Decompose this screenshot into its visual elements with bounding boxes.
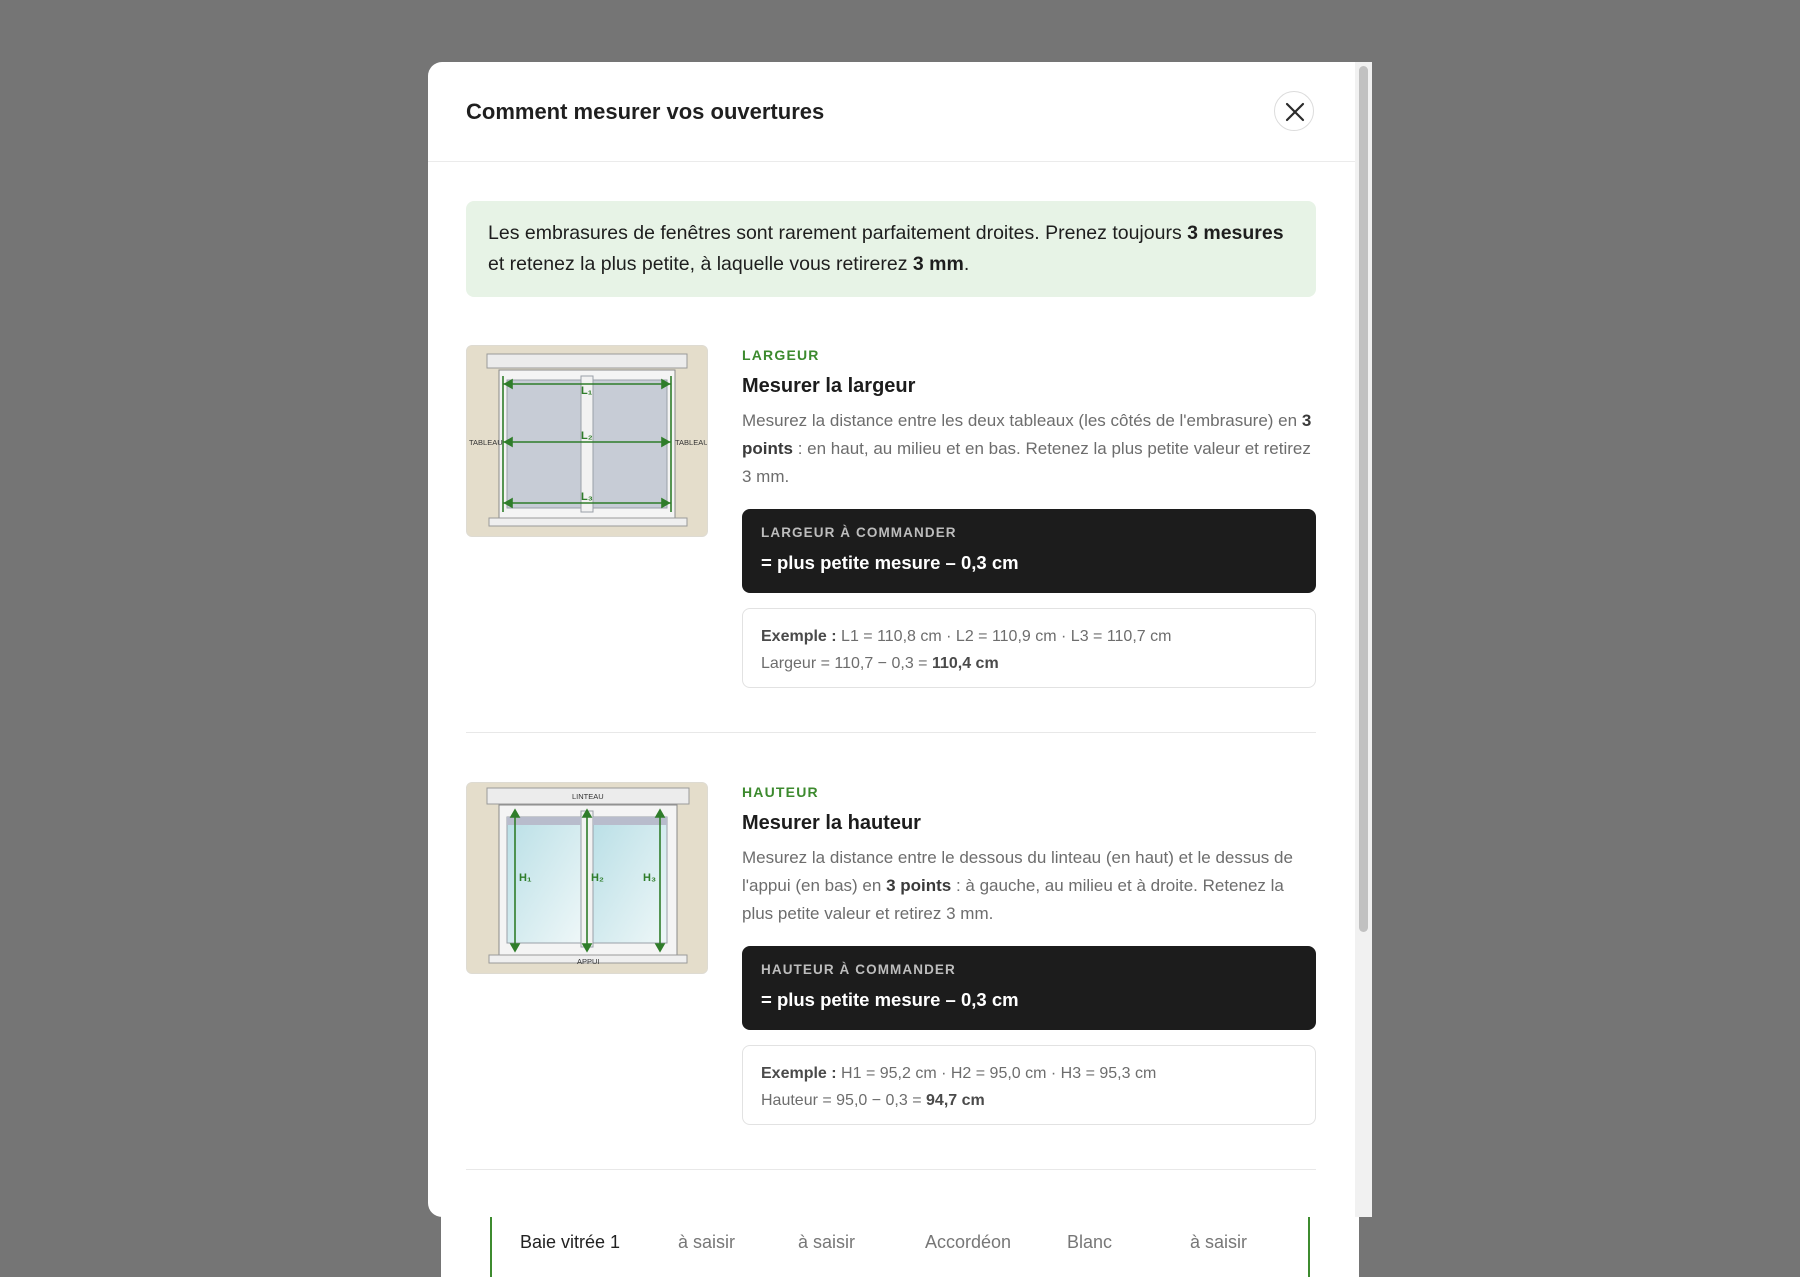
scrollbar-thumb[interactable]: [1359, 66, 1368, 932]
modal-header: Comment mesurer vos ouvertures: [428, 62, 1372, 162]
section-divider: [466, 732, 1316, 733]
section-title: Mesurer la largeur: [742, 375, 916, 397]
row-cell-3: Accordéon: [925, 1232, 1012, 1252]
info-bold: 3 mesures: [1187, 222, 1284, 244]
section-description: Mesurez la distance entre le dessous du …: [742, 844, 1316, 928]
diagram-label: TABLEAU: [469, 438, 503, 447]
diagram-label: TABLEAU: [675, 438, 708, 447]
desc-text: Mesurez la distance entre les deux table…: [742, 411, 1302, 430]
row-cell-2: à saisir: [798, 1232, 856, 1252]
formula-box: LARGEUR À COMMANDER = plus petite mesure…: [742, 509, 1316, 593]
diagram-label-l2: L₂: [581, 430, 593, 442]
info-box: Les embrasures de fenêtres sont rarement…: [466, 201, 1316, 297]
diagram-label: APPUI: [577, 957, 600, 966]
diagram-label-l1: L₁: [581, 385, 593, 397]
diagram-label-h2: H₂: [591, 872, 604, 884]
example-calc: Hauteur = 95,0 − 0,3 =: [761, 1092, 927, 1109]
diagram-label: LINTEAU: [572, 792, 604, 801]
formula-value: = plus petite mesure – 0,3 cm: [761, 989, 1019, 1010]
example-values: H1 = 95,2 cm · H2 = 95,0 cm · H3 = 95,3 …: [836, 1065, 1157, 1082]
example-box: Exemple : H1 = 95,2 cm · H2 = 95,0 cm · …: [742, 1045, 1316, 1125]
width-diagram: TABLEAU TABLEAU L₁ L₂ L₃: [466, 345, 708, 537]
modal-title: Comment mesurer vos ouvertures: [466, 99, 825, 124]
formula-label: HAUTEUR À COMMANDER: [761, 962, 956, 977]
close-button[interactable]: [1274, 91, 1314, 131]
row-cell-4: Blanc: [1067, 1232, 1113, 1252]
diagram-label-h1: H₁: [519, 872, 532, 884]
example-label: Exemple :: [761, 628, 837, 645]
info-text: .: [963, 253, 970, 275]
row-name: Baie vitrée 1: [520, 1232, 621, 1252]
modal-scrollbar[interactable]: [1355, 62, 1372, 1217]
example-box: Exemple : L1 = 110,8 cm · L2 = 110,9 cm …: [742, 608, 1316, 688]
example-label: Exemple :: [761, 1065, 837, 1082]
example-result: 94,7 cm: [926, 1092, 985, 1109]
section-divider: [466, 1169, 1316, 1170]
section-eyebrow: LARGEUR: [742, 347, 820, 363]
diagram-label-h3: H₃: [643, 872, 656, 884]
row-cell-1: à saisir: [678, 1232, 736, 1252]
diagram-label-l3: L₃: [581, 491, 593, 503]
section-description: Mesurez la distance entre les deux table…: [742, 407, 1316, 491]
example-values: L1 = 110,8 cm · L2 = 110,9 cm · L3 = 110…: [836, 628, 1172, 645]
formula-box: HAUTEUR À COMMANDER = plus petite mesure…: [742, 946, 1316, 1030]
example-result: 110,4 cm: [931, 655, 999, 672]
info-text: et retenez la plus petite, à laquelle vo…: [488, 253, 913, 275]
info-text: Les embrasures de fenêtres sont rarement…: [488, 222, 1188, 244]
info-bold: 3 mm: [912, 253, 964, 275]
formula-value: = plus petite mesure – 0,3 cm: [761, 552, 1019, 573]
height-diagram: LINTEAU APPUI H₁ H₂ H₃: [466, 782, 708, 974]
section-eyebrow: HAUTEUR: [742, 784, 819, 800]
close-icon: [1285, 102, 1305, 122]
example-calc: Largeur = 110,7 − 0,3 =: [761, 655, 932, 672]
row-cell-5: à saisir: [1190, 1232, 1248, 1252]
measure-modal: Comment mesurer vos ouvertures Les embra…: [428, 62, 1372, 1217]
formula-label: LARGEUR À COMMANDER: [761, 525, 957, 540]
section-title: Mesurer la hauteur: [742, 812, 921, 834]
desc-text: : en haut, au milieu et en bas. Retenez …: [742, 439, 1311, 486]
desc-bold: 3 points: [886, 876, 952, 895]
